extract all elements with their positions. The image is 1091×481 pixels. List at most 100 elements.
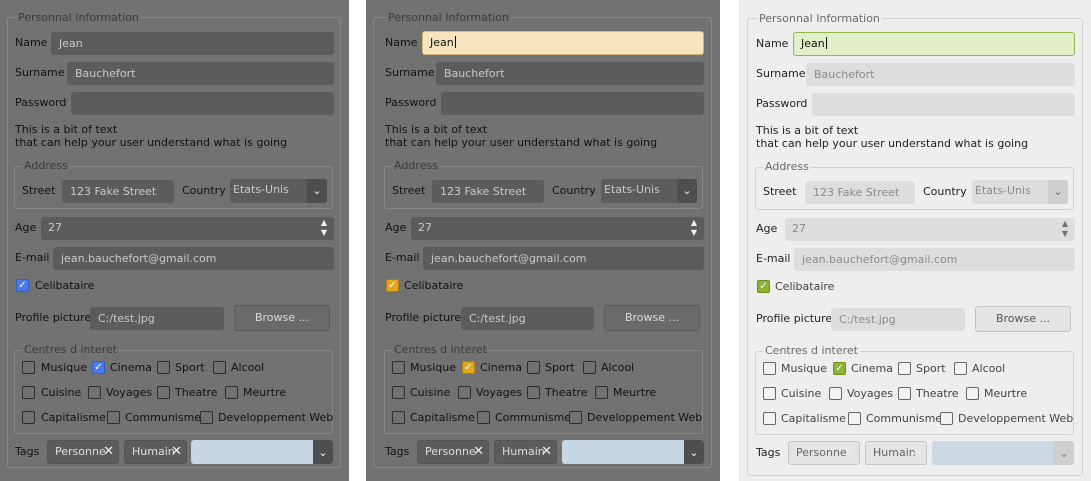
password-input[interactable] (71, 92, 334, 115)
spin-up-down-icon[interactable]: ▲ ▼ (318, 218, 330, 238)
tag-chip-personne[interactable]: Personne ✕ (788, 441, 860, 465)
interest-checkbox-theatre[interactable] (527, 386, 540, 399)
name-input[interactable]: Jean (793, 32, 1075, 56)
password-input[interactable] (812, 93, 1075, 116)
close-icon[interactable]: ✕ (473, 441, 484, 463)
chevron-down-icon[interactable]: ⌄ (684, 440, 704, 464)
tag-chip-humain[interactable]: Humain ✕ (865, 441, 927, 465)
surname-input[interactable]: Bauchefort (67, 62, 334, 85)
interest-label-capitalisme: Capitalisme (41, 411, 106, 424)
interest-checkbox-musique[interactable] (763, 362, 776, 375)
country-select[interactable]: Etats-Unis ⌄ (972, 180, 1068, 204)
interest-checkbox-meurtre[interactable] (595, 386, 608, 399)
celibataire-checkbox[interactable]: ✓ (386, 279, 399, 292)
surname-label: Surname (15, 66, 65, 79)
interest-checkbox-cuisine[interactable] (392, 386, 405, 399)
interest-checkbox-voyages[interactable] (829, 387, 842, 400)
interest-checkbox-sport[interactable] (898, 362, 911, 375)
celibataire-checkbox[interactable]: ✓ (16, 279, 29, 292)
country-select[interactable]: Etats-Unis ⌄ (601, 179, 697, 203)
password-label: Password (385, 96, 437, 109)
interest-checkbox-alcool[interactable] (213, 361, 226, 374)
close-icon[interactable]: ✕ (911, 442, 922, 464)
spin-up-down-icon[interactable]: ▲ ▼ (688, 218, 700, 238)
email-label: E-mail (15, 251, 50, 264)
email-input[interactable]: jean.bauchefort@gmail.com (423, 247, 704, 270)
street-input[interactable]: 123 Fake Street (432, 180, 544, 203)
name-value: Jean (430, 36, 454, 49)
interest-checkbox-communisme[interactable] (848, 412, 861, 425)
password-input[interactable] (441, 92, 704, 115)
close-icon[interactable]: ✕ (844, 442, 855, 464)
browse-button[interactable]: Browse ... (234, 305, 330, 331)
age-spinbox[interactable]: 27 ▲ ▼ (411, 217, 704, 240)
browse-button[interactable]: Browse ... (604, 305, 700, 331)
age-spinbox[interactable]: 27 ▲ ▼ (785, 218, 1075, 241)
interest-checkbox-sport[interactable] (157, 361, 170, 374)
browse-button[interactable]: Browse ... (975, 306, 1071, 332)
country-value: Etats-Unis (604, 183, 660, 196)
tag-chip-personne[interactable]: Personne ✕ (417, 440, 489, 464)
age-spinbox[interactable]: 27 ▲ ▼ (41, 217, 334, 240)
chevron-down-icon[interactable]: ⌄ (313, 440, 333, 464)
tag-input-combo[interactable]: ⌄ (562, 440, 704, 464)
tag-label-humain: Humain (132, 445, 175, 458)
age-value: 27 (792, 222, 806, 235)
close-icon[interactable]: ✕ (103, 441, 114, 463)
interest-checkbox-developpement-web[interactable] (569, 411, 582, 424)
email-input[interactable]: jean.bauchefort@gmail.com (794, 248, 1075, 271)
email-value: jean.bauchefort@gmail.com (802, 253, 958, 266)
interest-checkbox-developpement-web[interactable] (200, 411, 213, 424)
surname-input[interactable]: Bauchefort (806, 63, 1075, 86)
spin-up-down-icon[interactable]: ▲ ▼ (1059, 219, 1071, 239)
interest-checkbox-alcool[interactable] (954, 362, 967, 375)
interest-checkbox-cuisine[interactable] (22, 386, 35, 399)
tag-chip-humain[interactable]: Humain ✕ (124, 440, 187, 464)
interest-checkbox-voyages[interactable] (88, 386, 101, 399)
interest-checkbox-communisme[interactable] (477, 411, 490, 424)
name-input[interactable]: Jean (51, 32, 334, 55)
close-icon[interactable]: ✕ (541, 441, 552, 463)
interest-checkbox-meurtre[interactable] (225, 386, 238, 399)
tag-chip-personne[interactable]: Personne ✕ (47, 440, 119, 464)
email-input[interactable]: jean.bauchefort@gmail.com (53, 247, 334, 270)
interest-checkbox-cinema[interactable]: ✓ (92, 361, 105, 374)
tag-input-combo[interactable]: ⌄ (932, 441, 1074, 465)
chevron-down-icon[interactable]: ⌄ (677, 179, 697, 203)
profile-picture-input[interactable]: C:/test.jpg (461, 307, 594, 330)
interest-checkbox-cinema[interactable]: ✓ (833, 362, 846, 375)
profile-picture-input[interactable]: C:/test.jpg (90, 307, 224, 330)
interest-checkbox-communisme[interactable] (107, 411, 120, 424)
tag-input-combo[interactable]: ⌄ (191, 440, 333, 464)
name-input[interactable]: Jean (422, 31, 704, 55)
close-icon[interactable]: ✕ (171, 441, 182, 463)
interest-checkbox-theatre[interactable] (898, 387, 911, 400)
street-input[interactable]: 123 Fake Street (62, 180, 174, 203)
interest-checkbox-meurtre[interactable] (966, 387, 979, 400)
celibataire-checkbox[interactable]: ✓ (757, 280, 770, 293)
surname-input[interactable]: Bauchefort (436, 62, 704, 85)
chevron-down-icon[interactable]: ⌄ (1054, 441, 1074, 465)
interest-checkbox-sport[interactable] (527, 361, 540, 374)
profile-picture-input[interactable]: C:/test.jpg (831, 308, 965, 331)
interest-checkbox-musique[interactable] (392, 361, 405, 374)
country-select[interactable]: Etats-Unis ⌄ (230, 179, 327, 203)
street-input[interactable]: 123 Fake Street (805, 181, 915, 204)
interest-checkbox-capitalisme[interactable] (22, 411, 35, 424)
interest-checkbox-capitalisme[interactable] (763, 412, 776, 425)
interest-checkbox-cuisine[interactable] (763, 387, 776, 400)
interest-checkbox-voyages[interactable] (458, 386, 471, 399)
interest-checkbox-cinema[interactable]: ✓ (462, 361, 475, 374)
interest-label-musique: Musique (781, 362, 827, 375)
interest-checkbox-capitalisme[interactable] (392, 411, 405, 424)
interest-checkbox-theatre[interactable] (157, 386, 170, 399)
chevron-down-icon[interactable]: ⌄ (1048, 180, 1068, 204)
interest-checkbox-developpement-web[interactable] (940, 412, 953, 425)
age-value: 27 (418, 221, 432, 234)
interest-checkbox-alcool[interactable] (583, 361, 596, 374)
surname-label: Surname (385, 66, 435, 79)
tags-label: Tags (756, 446, 781, 459)
interest-checkbox-musique[interactable] (22, 361, 35, 374)
tag-chip-humain[interactable]: Humain ✕ (494, 440, 557, 464)
chevron-down-icon[interactable]: ⌄ (307, 179, 327, 203)
